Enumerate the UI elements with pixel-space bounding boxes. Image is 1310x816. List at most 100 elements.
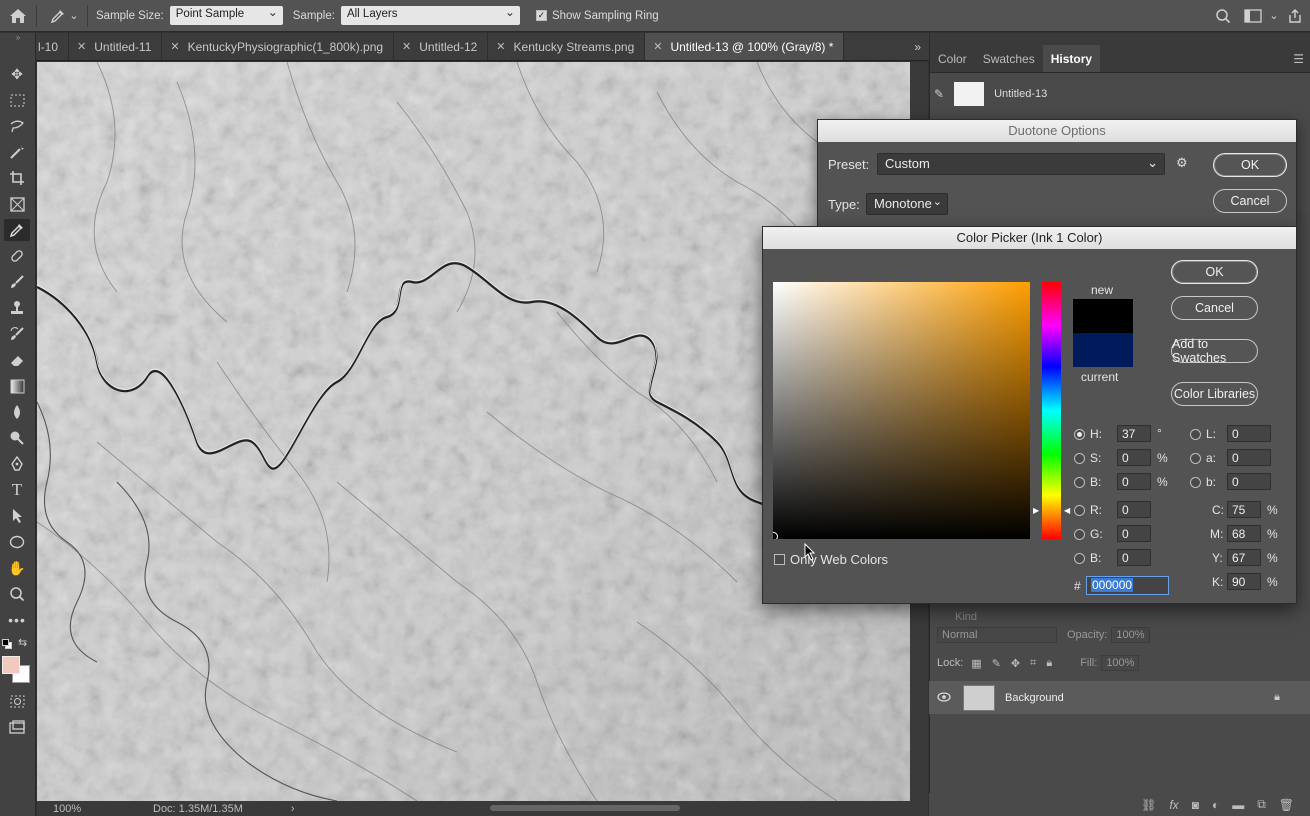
- ellipse-tool-icon[interactable]: [4, 531, 30, 553]
- blue-field[interactable]: 0: [1117, 549, 1151, 566]
- type-tool-icon[interactable]: T: [4, 479, 30, 501]
- tab-swatches[interactable]: Swatches: [975, 45, 1043, 72]
- magic-wand-tool-icon[interactable]: [4, 141, 30, 163]
- hue-slider-right-arrow[interactable]: ◀: [1064, 506, 1070, 515]
- share-icon[interactable]: [1280, 8, 1310, 24]
- marquee-tool-icon[interactable]: [4, 89, 30, 111]
- green-field[interactable]: 0: [1117, 525, 1151, 542]
- close-icon[interactable]: ✕: [170, 40, 179, 53]
- link-layers-icon[interactable]: ⛓: [1141, 798, 1156, 812]
- hue-field[interactable]: 37: [1117, 425, 1151, 442]
- opacity-value[interactable]: 100%: [1111, 627, 1150, 643]
- lock-brush-icon[interactable]: ✎: [992, 657, 1001, 670]
- hue-slider-left-arrow[interactable]: ▶: [1033, 506, 1039, 515]
- lab-a-field[interactable]: 0: [1227, 449, 1271, 466]
- blend-mode-select[interactable]: Normal: [937, 627, 1057, 643]
- color-field-cursor[interactable]: [773, 532, 778, 539]
- history-snapshot[interactable]: ✎ Untitled-13: [930, 77, 1310, 111]
- eraser-tool-icon[interactable]: [4, 349, 30, 371]
- horizontal-scrollbar[interactable]: [490, 805, 680, 811]
- yellow-field[interactable]: 67: [1227, 549, 1261, 566]
- quick-mask-icon[interactable]: [4, 690, 30, 712]
- panel-menu-icon[interactable]: ☰: [1293, 45, 1310, 72]
- blur-tool-icon[interactable]: [4, 401, 30, 423]
- eyedropper-tool-icon[interactable]: [4, 219, 30, 241]
- screen-mode-icon[interactable]: [4, 716, 30, 738]
- saturation-radio[interactable]: [1074, 453, 1085, 464]
- tab-history[interactable]: History: [1042, 45, 1101, 72]
- brush-tool-icon[interactable]: [4, 271, 30, 293]
- tab-kentucky-physiographic[interactable]: ✕ KentuckyPhysiographic(1_800k).png: [162, 33, 395, 60]
- status-menu-icon[interactable]: ›: [291, 803, 295, 815]
- trash-icon[interactable]: 🗑︎: [1279, 798, 1294, 812]
- pen-tool-icon[interactable]: [4, 453, 30, 475]
- black-field[interactable]: 90: [1227, 573, 1261, 590]
- move-tool-icon[interactable]: ✥: [4, 63, 30, 85]
- tab-color[interactable]: Color: [930, 45, 975, 72]
- tab-untitled-12[interactable]: ✕ Untitled-12: [394, 33, 489, 60]
- add-mask-icon[interactable]: ◙: [1192, 798, 1199, 812]
- dodge-tool-icon[interactable]: [4, 427, 30, 449]
- current-color-swatch[interactable]: [1073, 333, 1133, 367]
- ok-button[interactable]: OK: [1213, 153, 1287, 177]
- preset-settings-icon[interactable]: ⚙︎: [1176, 155, 1188, 171]
- hand-tool-icon[interactable]: ✋: [4, 557, 30, 579]
- tab-untitled-11[interactable]: ✕ Untitled-11: [69, 33, 163, 60]
- close-icon[interactable]: ✕: [77, 40, 86, 53]
- lock-move-icon[interactable]: ✥: [1011, 657, 1020, 670]
- lock-pixels-icon[interactable]: ▦: [971, 657, 981, 670]
- crop-tool-icon[interactable]: [4, 167, 30, 189]
- preset-select[interactable]: Custom ⌄: [877, 153, 1165, 175]
- cancel-button[interactable]: Cancel: [1171, 296, 1258, 320]
- fill-value[interactable]: 100%: [1101, 655, 1140, 671]
- cyan-field[interactable]: 75: [1227, 501, 1261, 518]
- lab-l-radio[interactable]: [1190, 429, 1201, 440]
- lab-a-radio[interactable]: [1190, 453, 1201, 464]
- more-tools-icon[interactable]: •••: [4, 609, 30, 631]
- layer-lock-icon[interactable]: 🔒︎: [1274, 691, 1280, 704]
- default-colors-icon[interactable]: [2, 639, 12, 649]
- tab-kentucky-streams[interactable]: ✕ Kentucky Streams.png: [488, 33, 646, 60]
- add-to-swatches-button[interactable]: Add to Swatches: [1171, 337, 1258, 365]
- zoom-level[interactable]: 100%: [53, 803, 133, 815]
- collapse-icon[interactable]: »: [0, 33, 36, 43]
- fx-icon[interactable]: fx: [1169, 798, 1178, 812]
- lasso-tool-icon[interactable]: [4, 115, 30, 137]
- close-icon[interactable]: ✕: [402, 40, 411, 53]
- type-select[interactable]: Monotone ⌄: [866, 193, 948, 215]
- lab-l-field[interactable]: 0: [1227, 425, 1271, 442]
- layer-row[interactable]: Background 🔒︎: [929, 681, 1310, 714]
- layer-name[interactable]: Background: [1005, 692, 1064, 704]
- adjustment-layer-icon[interactable]: ◐: [1212, 798, 1219, 812]
- tab-untitled-10[interactable]: l-10: [36, 33, 70, 60]
- eyedropper-icon[interactable]: [49, 8, 67, 24]
- gradient-tool-icon[interactable]: [4, 375, 30, 397]
- close-icon[interactable]: ✕: [653, 40, 662, 53]
- sample-select[interactable]: All Layers: [340, 5, 520, 25]
- home-icon[interactable]: [0, 0, 36, 32]
- lock-all-icon[interactable]: 🔒︎: [1046, 657, 1052, 670]
- lab-b-radio[interactable]: [1190, 477, 1201, 488]
- hex-field[interactable]: 000000: [1086, 576, 1169, 595]
- green-radio[interactable]: [1074, 529, 1085, 540]
- chevron-down-icon[interactable]: ⌄: [67, 9, 81, 22]
- lock-artboard-icon[interactable]: ⌗: [1030, 657, 1036, 670]
- frame-tool-icon[interactable]: [4, 193, 30, 215]
- healing-brush-tool-icon[interactable]: [4, 245, 30, 267]
- color-field[interactable]: [773, 282, 1030, 539]
- red-field[interactable]: 0: [1117, 501, 1151, 518]
- saturation-field[interactable]: 0: [1117, 449, 1151, 466]
- only-web-colors-checkbox[interactable]: [774, 554, 785, 565]
- brightness-radio[interactable]: [1074, 477, 1085, 488]
- brightness-field[interactable]: 0: [1117, 473, 1151, 490]
- workspace-icon[interactable]: [1238, 8, 1268, 23]
- lab-b-field[interactable]: 0: [1227, 473, 1271, 490]
- cancel-button[interactable]: Cancel: [1213, 189, 1287, 213]
- magenta-field[interactable]: 68: [1227, 525, 1261, 542]
- zoom-tool-icon[interactable]: [4, 583, 30, 605]
- swap-colors-icon[interactable]: ⇆: [18, 636, 27, 649]
- history-brush-icon[interactable]: ✎: [934, 87, 944, 101]
- ok-button[interactable]: OK: [1171, 260, 1258, 284]
- visibility-eye-icon[interactable]: [937, 691, 957, 705]
- show-sampling-ring-checkbox[interactable]: ✓: [535, 10, 547, 21]
